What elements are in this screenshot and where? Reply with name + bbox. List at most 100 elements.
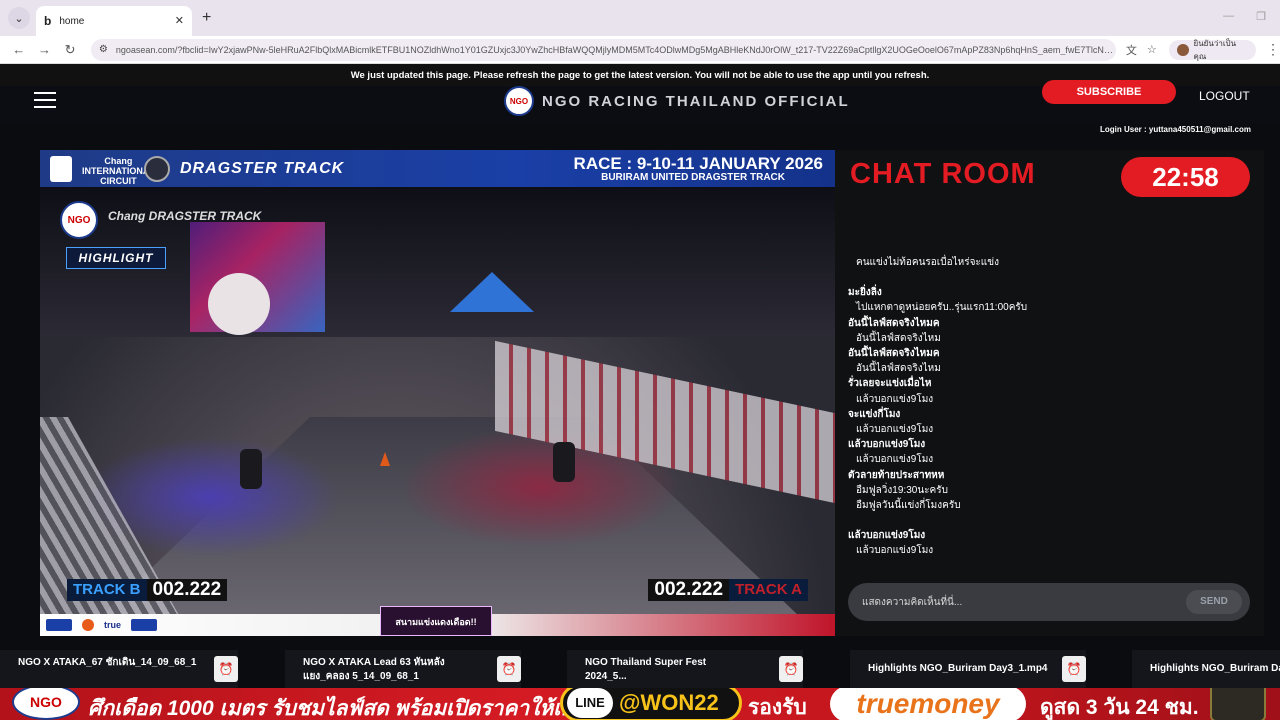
line-contact[interactable]: LINE @WON22 [560, 688, 742, 720]
profile-label: ยินยันว่าเป็นคุณ [1193, 38, 1237, 61]
video-card[interactable]: NGO X ATAKA_67 ชักเดิน_14_09_68_1 ⏰ [0, 650, 238, 688]
kebab-icon[interactable]: ⋮ [1266, 41, 1280, 58]
message-text: คนแข่งไม่ท้อคนรอเบื่อไหร่จะแข่ง [856, 257, 999, 268]
chat-title: CHAT ROOM [850, 158, 1036, 190]
card-subtitle: 2024_5... [585, 671, 627, 682]
motorbike-left [240, 449, 262, 489]
message-text: อันนี้ไลฟ์สดจริงไหม [856, 363, 941, 375]
avatar [1176, 43, 1189, 56]
message-user: อันนี้ไลฟ์สดจริงไหมค [848, 317, 940, 329]
alarm-icon[interactable]: ⏰ [214, 656, 238, 682]
blue-tent [450, 272, 534, 312]
message-user: แล้วบอกแข่ง9โมง [848, 530, 926, 542]
alarm-icon[interactable]: ⏰ [497, 656, 521, 682]
send-button[interactable]: SEND [1186, 590, 1242, 614]
message-text: อันนี้ไลฟ์สดจริงไหม [856, 332, 941, 344]
message-text: แล้วบอกแข่ง9โมง [856, 545, 934, 557]
alarm-icon[interactable]: ⏰ [1062, 656, 1086, 682]
chevron-down-icon[interactable]: ⌄ [8, 7, 30, 29]
tune-icon[interactable]: ⚙ [99, 44, 108, 55]
forward-arrow-icon[interactable]: → [32, 42, 58, 57]
message-user: อันนี้ไลฟ์สดจริงไหมค [848, 348, 940, 360]
address-bar-row: ← → ↻ ⚙ ngoasean.com/?fbclid=IwY2xjawPNw… [0, 36, 1280, 64]
plus-icon[interactable]: + [202, 9, 211, 27]
truemoney-logo: truemoney [830, 688, 1026, 720]
card-title: NGO X ATAKA Lead 63 หันหลัง [303, 657, 445, 668]
page: We just updated this page. Please refres… [0, 64, 1280, 720]
message-user: มะยิ่งลิ่ง [848, 287, 882, 299]
star-icon[interactable]: ☆ [1147, 43, 1157, 56]
reload-icon[interactable]: ↻ [57, 42, 83, 58]
chat-message: มะยิ่งลิ่งไปแหกตาดูหน่อยครับ..รุ่นแรก11:… [848, 285, 1248, 315]
chat-input[interactable]: แสดงความคิดเห็นที่นี่... SEND [848, 583, 1250, 621]
ad-ngo-logo: NGO [12, 688, 80, 720]
close-icon[interactable]: ✕ [175, 14, 184, 27]
video-card[interactable]: Highlights NGO_Buriram Day3_1.mp4 ⏰ [850, 650, 1086, 688]
track-b-time: 002.222 [146, 579, 228, 601]
traffic-cone [380, 452, 390, 466]
message-user: รั่วเลยจะแข่งเมื่อไห [848, 378, 932, 390]
card-subtitle: แยง_คลอง 5_14_09_68_1 [303, 671, 419, 682]
race-venue: BURIRAM UNITED DRAGSTER TRACK [601, 172, 785, 183]
sponsor-block [131, 619, 158, 631]
dragster-logo: DRAGSTER TRACK [180, 160, 345, 177]
minimize-icon[interactable]: — [1223, 10, 1234, 23]
line-id: @WON22 [619, 690, 719, 715]
buriram-logo [144, 156, 170, 182]
video-card[interactable]: Highlights NGO_Buriram Da [1132, 650, 1280, 688]
track-a-timer: 002.222 TRACK A [648, 579, 808, 601]
alarm-icon[interactable]: ⏰ [779, 656, 803, 682]
sponsor-logo [50, 156, 72, 182]
video-card[interactable]: NGO Thailand Super Fest 2024_5... ⏰ [567, 650, 803, 688]
site-favicon: b [44, 14, 52, 28]
message-text: อืมฟูลวิ่ง19:30นะครับ [856, 484, 948, 496]
ad-accept-text: รองรับ [748, 696, 807, 719]
mascot-logo [1210, 688, 1266, 720]
track-b-timer: TRACK B 002.222 [67, 579, 228, 601]
brand-name: NGO RACING THAILAND OFFICIAL [542, 92, 850, 110]
translate-icon[interactable]: 文 [1126, 42, 1137, 58]
race-scene: NGO Chang DRAGSTER TRACK HIGHLIGHT TRACK… [40, 187, 835, 617]
promo-badge: สนามแข่งแดงเดือด!! [380, 606, 492, 636]
message-user: จะแข่งกี่โมง [848, 408, 901, 420]
sponsor-dot [82, 619, 94, 631]
video-card[interactable]: NGO X ATAKA Lead 63 หันหลัง แยง_คลอง 5_1… [285, 650, 521, 688]
sponsor-true: true [104, 620, 122, 630]
back-arrow-icon[interactable]: ← [6, 42, 32, 57]
clock-badge: 22:58 [1121, 157, 1250, 197]
inflatable-ball [208, 273, 270, 335]
track-a-time: 002.222 [648, 579, 730, 601]
sponsor-yamaha [46, 619, 72, 631]
maximize-icon[interactable]: ❐ [1256, 10, 1266, 23]
hamburger-icon[interactable] [34, 92, 56, 108]
card-title: NGO X ATAKA_67 ชักเดิน_14_09_68_1 [18, 657, 197, 668]
message-text: แล้วบอกแข่ง9โมง [856, 424, 934, 436]
highlight-label: HIGHLIGHT [66, 247, 166, 269]
login-user: Login User : yuttana450511@gmail.com [1100, 125, 1251, 134]
message-text: ไปแหกตาดูหน่อยครับ..รุ่นแรก11:00ครับ [856, 302, 1028, 314]
motorbike-right [553, 442, 575, 482]
address-input[interactable]: ⚙ ngoasean.com/?fbclid=IwY2xjawPNw-5leHR… [90, 38, 1116, 61]
chat-message: แล้วบอกแข่ง9โมง แล้วบอกแข่ง9โมง [848, 437, 1248, 467]
browser-tab-home[interactable]: b home ✕ [36, 6, 192, 36]
track-b-label: TRACK B [67, 579, 147, 601]
line-badge: LINE [567, 688, 613, 718]
chat-message: ตัวลายท้ายประสาทหหอืมฟูลวิ่ง19:30นะครับ [848, 468, 1248, 498]
chat-message: คนแข่งไม่ท้อคนรอเบื่อไหร่จะแข่ง [848, 255, 1248, 270]
message-user: ตัวลายท้ายประสาทหห [848, 469, 945, 481]
card-title: Highlights NGO_Buriram Day3_1.mp4 [868, 663, 1048, 674]
video-player[interactable]: Chang INTERNATIONAL CIRCUIT DRAGSTER TRA… [40, 150, 835, 636]
browser-tab-bar: ⌄ b home ✕ + — ❐ [0, 0, 1280, 36]
url-text: ngoasean.com/?fbclid=IwY2xjawPNw-5leHRuA… [115, 44, 1116, 55]
video-strip: NGO X ATAKA_67 ชักเดิน_14_09_68_1 ⏰ NGO … [0, 650, 1280, 688]
message-user: แล้วบอกแข่ง9โมง [848, 439, 926, 451]
tab-title: home [59, 15, 85, 27]
logout-button[interactable]: LOGOUT [1199, 89, 1250, 103]
subscribe-button[interactable]: SUBSCRIBE [1042, 80, 1176, 104]
ad-banner[interactable]: NGO ศึกเดือด 1000 เมตร รับชมไลฟ์สด พร้อม… [0, 688, 1280, 720]
chat-message: อันนี้ไลฟ์สดจริงไหมคอันนี้ไลฟ์สดจริงไหม [848, 346, 1248, 376]
ngo-logo: NGO [504, 86, 534, 116]
brand[interactable]: NGO NGO RACING THAILAND OFFICIAL [504, 86, 850, 116]
ngo-watermark-logo: NGO [60, 201, 98, 239]
profile-chip[interactable]: ยินยันว่าเป็นคุณ [1168, 38, 1256, 61]
